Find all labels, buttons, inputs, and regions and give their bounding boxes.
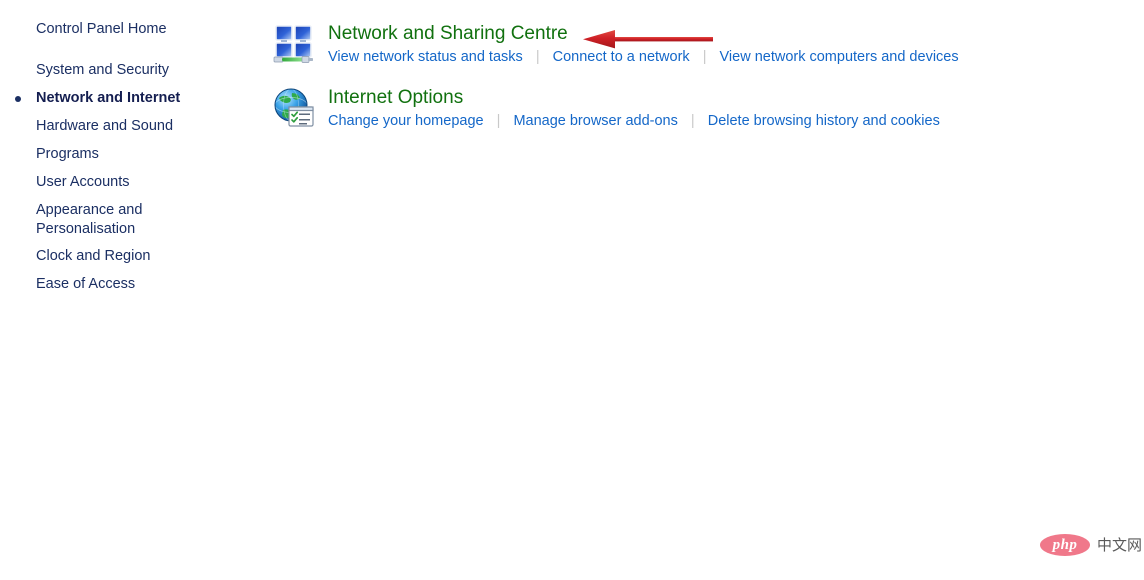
link-manage-browser-add-ons[interactable]: Manage browser add-ons: [513, 113, 677, 129]
link-separator: |: [535, 49, 540, 65]
sidebar-item-system-and-security[interactable]: System and Security: [36, 61, 169, 80]
link-change-your-homepage[interactable]: Change your homepage: [328, 113, 484, 129]
control-panel-sidebar: Control Panel Home System and Security N…: [0, 0, 250, 580]
link-view-network-status-and-tasks[interactable]: View network status and tasks: [328, 49, 523, 65]
sidebar-item-appearance-and-personalisation[interactable]: Appearance and Personalisation: [36, 201, 206, 239]
sidebar-item-label: System and Security: [36, 62, 169, 78]
watermark: php 中文网: [1040, 534, 1142, 556]
category-links-network-and-sharing-centre: View network status and tasks | Connect …: [328, 48, 959, 67]
sidebar-item-label: Hardware and Sound: [36, 118, 174, 134]
link-separator: |: [702, 49, 707, 65]
sidebar-item-label: Ease of Access: [36, 276, 136, 292]
sidebar-item-programs[interactable]: Programs: [36, 145, 99, 164]
sidebar-item-ease-of-access[interactable]: Ease of Access: [36, 275, 135, 294]
php-logo-badge: php: [1040, 534, 1090, 556]
link-delete-browsing-history-and-cookies[interactable]: Delete browsing history and cookies: [708, 113, 940, 129]
category-title-network-and-sharing-centre[interactable]: Network and Sharing Centre: [328, 22, 568, 46]
sidebar-item-label: Appearance and Personalisation: [36, 202, 143, 237]
category-title-internet-options[interactable]: Internet Options: [328, 86, 463, 110]
control-panel-network-and-internet-page: Control Panel Home System and Security N…: [0, 0, 1144, 580]
link-view-network-computers-and-devices[interactable]: View network computers and devices: [720, 49, 959, 65]
category-list: Network and Sharing Centre View network …: [250, 0, 1144, 580]
sidebar-item-label: Network and Internet: [36, 90, 181, 106]
sidebar-item-label: User Accounts: [36, 174, 130, 190]
sidebar-item-user-accounts[interactable]: User Accounts: [36, 173, 130, 192]
sidebar-item-clock-and-region[interactable]: Clock and Region: [36, 247, 150, 266]
link-separator: |: [496, 113, 501, 129]
sidebar-item-network-and-internet[interactable]: Network and Internet: [36, 89, 180, 108]
sidebar-item-label: Control Panel Home: [36, 21, 167, 37]
current-item-bullet-icon: [15, 96, 21, 102]
network-sharing-centre-icon: [272, 22, 318, 68]
sidebar-item-label: Programs: [36, 146, 99, 162]
link-separator: |: [690, 113, 695, 129]
watermark-text: 中文网: [1097, 536, 1143, 554]
sidebar-item-hardware-and-sound[interactable]: Hardware and Sound: [36, 117, 173, 136]
link-connect-to-a-network[interactable]: Connect to a network: [553, 49, 690, 65]
sidebar-item-control-panel-home[interactable]: Control Panel Home: [36, 20, 167, 39]
internet-options-icon: [272, 86, 318, 132]
sidebar-item-label: Clock and Region: [36, 248, 151, 264]
category-links-internet-options: Change your homepage | Manage browser ad…: [328, 112, 940, 131]
